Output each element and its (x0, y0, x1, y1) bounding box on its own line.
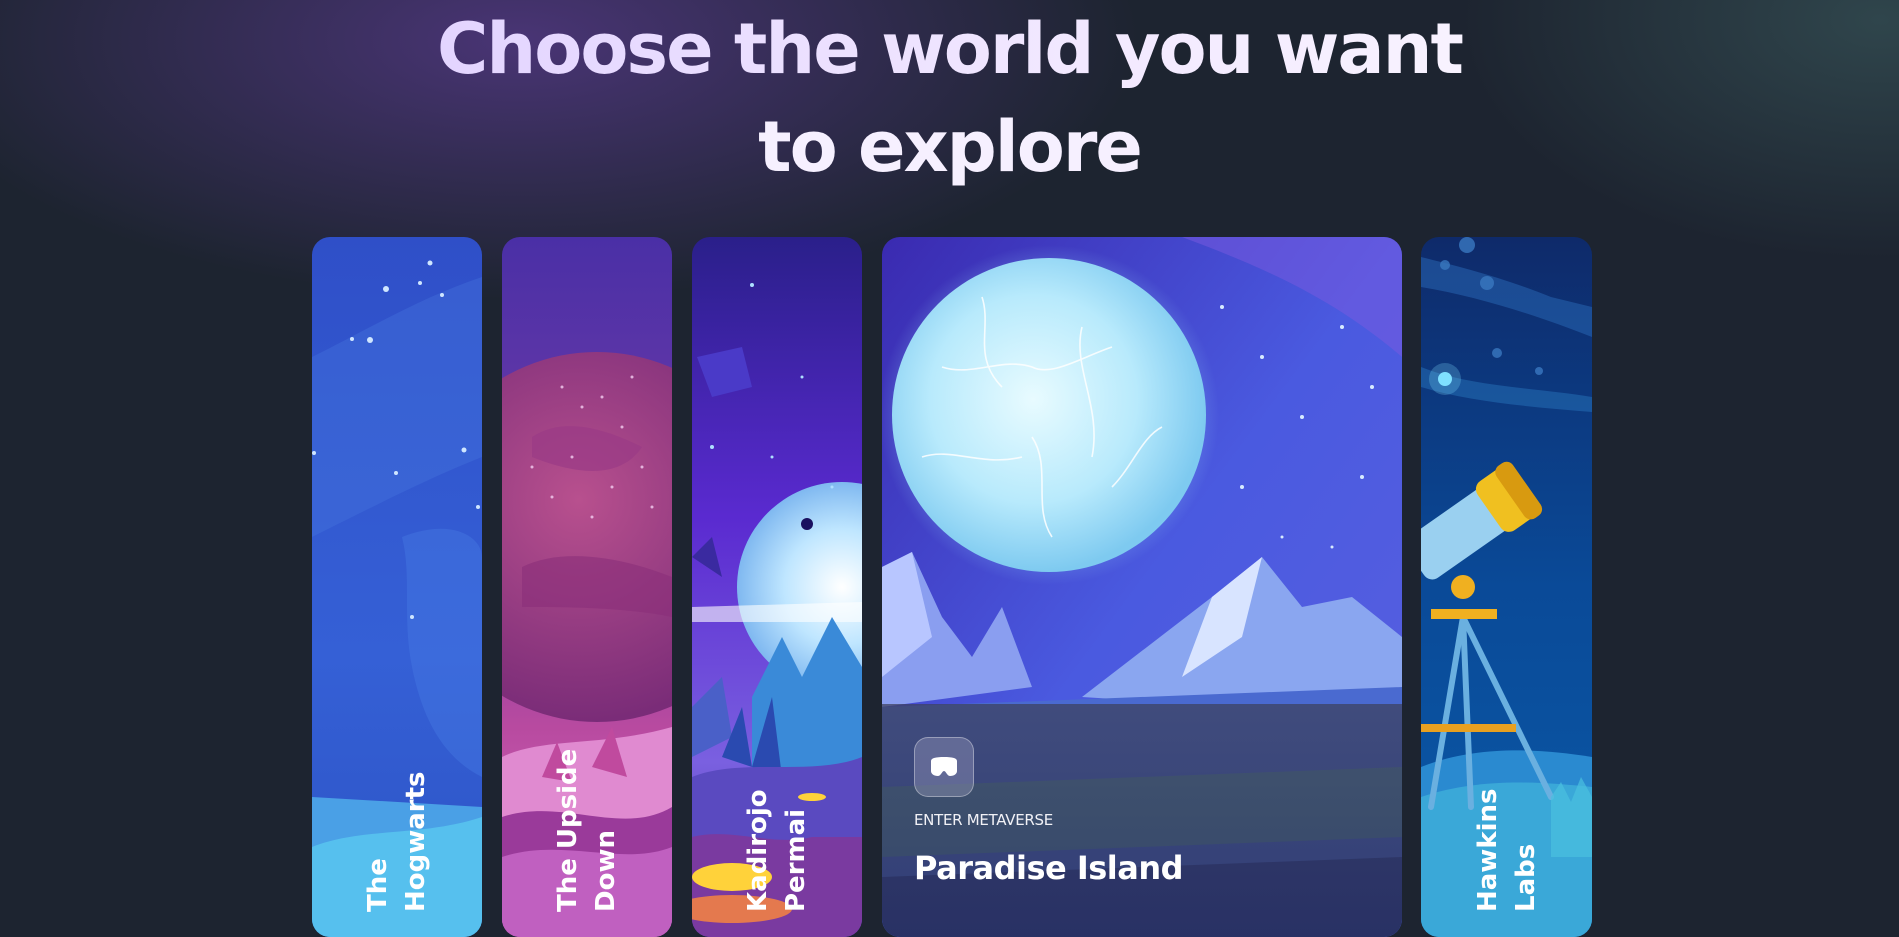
world-card-paradise-island[interactable]: ENTER METAVERSE Paradise Island (882, 237, 1402, 937)
world-label-upside-down: The Upside Down (553, 748, 621, 912)
world-label-hogwarts: The Hogwarts (363, 771, 431, 912)
vr-headset-icon (931, 757, 957, 776)
page-title-line-1: Choose the world you want (0, 0, 1899, 98)
world-card-upside-down[interactable]: The Upside Down (502, 237, 672, 937)
page-title-line-2: to explore (758, 106, 1143, 188)
enter-metaverse-label: ENTER METAVERSE (914, 811, 1053, 829)
world-label-kadirojo: Kadirojo Permai (743, 789, 811, 912)
world-card-kadirojo-permai[interactable]: Kadirojo Permai (692, 237, 862, 937)
page-title: Choose the world you want to explore (0, 0, 1899, 196)
world-card-hawkins-labs[interactable]: Hawkins Labs (1421, 237, 1592, 937)
world-title-paradise-island: Paradise Island (914, 849, 1184, 887)
world-label-hawkins: Hawkins Labs (1472, 788, 1541, 912)
world-card-hogwarts[interactable]: The Hogwarts (312, 237, 482, 937)
enter-metaverse-button[interactable] (914, 737, 974, 797)
